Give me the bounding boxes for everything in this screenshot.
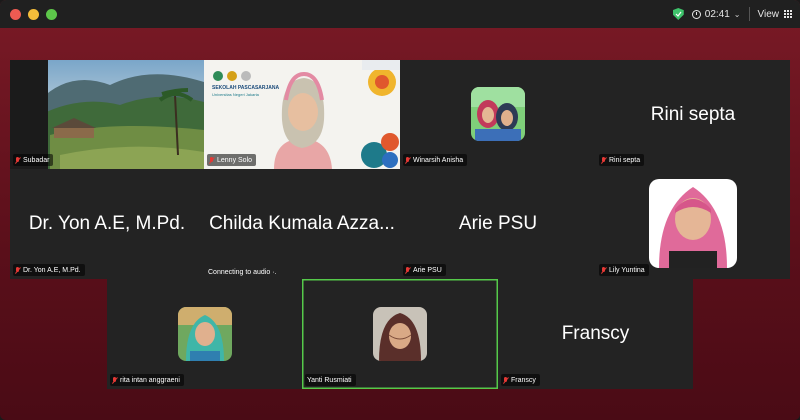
muted-mic-icon: [112, 377, 117, 384]
participant-name: Arie PSU: [413, 267, 442, 274]
audio-status-text: Connecting to audio: [208, 269, 271, 276]
muted-mic-icon: [15, 157, 20, 164]
participant-name: Franscy: [511, 377, 536, 384]
titlebar-right: 02:41 ⌄ View: [672, 0, 792, 28]
close-window-button[interactable]: [10, 8, 21, 20]
profile-photo: [471, 87, 525, 141]
participant-name: Dr. Yon A.E, M.Pd.: [23, 267, 81, 274]
participant-tile-franscy[interactable]: Franscy Franscy: [498, 279, 693, 389]
participant-tile-arie[interactable]: Arie PSU Arie PSU: [400, 169, 596, 279]
security-shield-icon[interactable]: [672, 8, 684, 20]
loading-dots-icon: ·.: [272, 269, 277, 276]
muted-mic-icon: [405, 157, 410, 164]
muted-mic-icon: [405, 267, 410, 274]
participant-display-name: Franscy: [561, 323, 630, 344]
muted-mic-icon: [209, 157, 214, 164]
view-button[interactable]: View: [757, 8, 792, 20]
profile-photo: [178, 307, 232, 361]
participant-display-name: Childa Kumala Azza...: [209, 213, 395, 234]
participant-tile-lily[interactable]: Lily Yuntina: [596, 169, 790, 279]
landscape-background-image: [10, 60, 204, 169]
participant-name-label: Yanti Rusmiati: [305, 374, 356, 386]
participant-name: Lenny Solo: [217, 157, 253, 164]
participant-name-label: Arie PSU: [403, 264, 446, 276]
muted-mic-icon: [503, 377, 508, 384]
participant-display-name: Rini septa: [650, 103, 736, 125]
participant-tile-childa[interactable]: Childa Kumala Azza... Connecting to audi…: [204, 169, 400, 279]
meeting-timer[interactable]: 02:41 ⌄: [691, 8, 741, 20]
participant-tile-subadar[interactable]: Subadar: [10, 60, 204, 169]
participant-name-label: Winarsih Anisha: [403, 154, 468, 166]
participant-display-name: Dr. Yon A.E, M.Pd.: [28, 213, 186, 234]
participant-name-label: Dr. Yon A.E, M.Pd.: [13, 264, 85, 276]
view-label: View: [757, 8, 780, 20]
participant-display-name: Arie PSU: [458, 213, 538, 234]
window-controls: [10, 8, 57, 20]
connecting-audio-status: Connecting to audio ·.: [208, 269, 277, 276]
divider: [748, 7, 750, 21]
participant-name-label: Rini septa: [599, 154, 645, 166]
participant-name: Rini septa: [609, 157, 641, 164]
timer-text: 02:41: [704, 8, 730, 20]
participant-name-label: Lenny Solo: [207, 154, 257, 166]
minimize-window-button[interactable]: [28, 8, 39, 20]
virtual-background-slide: [204, 60, 400, 169]
participant-tile-yon[interactable]: Dr. Yon A.E, M.Pd. Dr. Yon A.E, M.Pd.: [10, 169, 204, 279]
slide-school-subtitle: Universitas Negeri Jakarta: [212, 92, 259, 97]
avatar: [649, 179, 737, 268]
participant-name: Lily Yuntina: [609, 267, 645, 274]
avatar: [471, 87, 525, 141]
participant-name-label: Lily Yuntina: [599, 264, 649, 276]
participant-name: Yanti Rusmiati: [307, 377, 352, 384]
profile-photo: [373, 307, 427, 361]
participant-tile-yanti[interactable]: Yanti Rusmiati: [302, 279, 498, 389]
participant-name-label: rita intan anggraeni: [110, 374, 184, 386]
participant-tile-rini[interactable]: Rini septa Rini septa: [596, 60, 790, 169]
maximize-window-button[interactable]: [46, 8, 57, 20]
participant-tile-lenny[interactable]: SEKOLAH PASCASARJANA Universitas Negeri …: [204, 60, 400, 169]
muted-mic-icon: [601, 157, 606, 164]
muted-mic-icon: [601, 267, 606, 274]
zoom-window: 02:41 ⌄ View Subadar SEKOLAH PASCASARJAN…: [0, 0, 800, 420]
participant-name: Winarsih Anisha: [413, 157, 464, 164]
muted-mic-icon: [15, 267, 20, 274]
participant-name: Subadar: [23, 157, 50, 164]
clock-icon: [691, 9, 701, 19]
participant-name-label: Subadar: [13, 154, 54, 166]
participant-tile-winarsih[interactable]: Winarsih Anisha: [400, 60, 596, 169]
profile-photo: [649, 179, 737, 268]
chevron-down-icon: ⌄: [733, 9, 741, 19]
slide-school-title: SEKOLAH PASCASARJANA: [212, 85, 280, 91]
participant-name: rita intan anggraeni: [120, 377, 180, 384]
avatar: [178, 307, 232, 361]
grid-view-icon: [784, 10, 792, 18]
participant-name-label: Franscy: [501, 374, 540, 386]
avatar: [373, 307, 427, 361]
title-bar: 02:41 ⌄ View: [0, 0, 800, 28]
participant-tile-rita[interactable]: rita intan anggraeni: [107, 279, 302, 389]
